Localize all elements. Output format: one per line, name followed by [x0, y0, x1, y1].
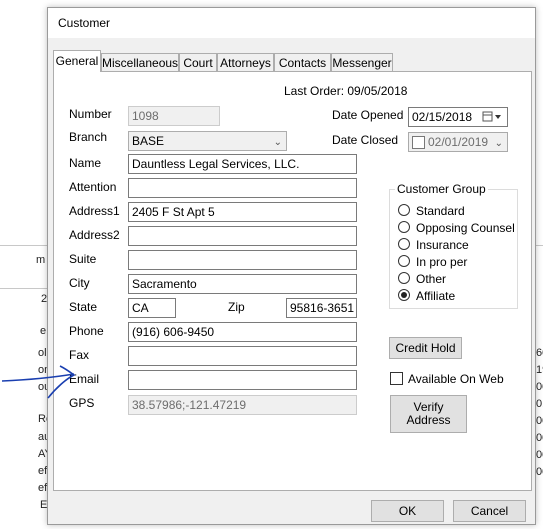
radio-other-label: Other [416, 272, 447, 286]
radio-opposing-counsel[interactable] [398, 221, 410, 233]
verify-address-button[interactable]: Verify Address [390, 395, 467, 433]
branch-value: BASE [132, 134, 165, 148]
bg-text: 00 [536, 381, 543, 393]
credit-hold-button[interactable]: Credit Hold [389, 337, 462, 359]
date-opened-label: Date Opened [332, 108, 404, 122]
attention-field[interactable] [128, 178, 357, 198]
tab-contacts[interactable]: Contacts [274, 53, 331, 71]
annotation-arrow-icon [1, 365, 76, 399]
ok-button[interactable]: OK [371, 500, 444, 522]
date-opened-value: 02/15/2018 [412, 110, 473, 124]
title-bar[interactable]: Customer [48, 8, 535, 38]
zip-field[interactable]: 95816-3651 [286, 298, 357, 318]
gps-field: 38.57986;-121.47219 [128, 395, 357, 415]
suite-field[interactable] [128, 250, 357, 270]
available-on-web-label: Available On Web [408, 372, 504, 386]
date-closed-label: Date Closed [332, 133, 399, 147]
branch-select[interactable]: BASE ⌄ [128, 131, 287, 151]
tab-messenger[interactable]: Messenger [331, 53, 393, 71]
address1-field[interactable]: 2405 F St Apt 5 [128, 202, 357, 222]
bg-text: 19 [536, 364, 543, 376]
address2-label: Address2 [69, 228, 120, 242]
dialog-title: Customer [58, 16, 111, 30]
tab-court[interactable]: Court [179, 53, 217, 71]
radio-standard[interactable] [398, 204, 410, 216]
bg-text: 00 [536, 415, 543, 427]
radio-opposing-counsel-label: Opposing Counsel [416, 221, 515, 235]
chevron-down-icon: ⌄ [273, 137, 282, 148]
date-closed-picker[interactable]: 02/01/2019 ⌄ [408, 132, 508, 152]
state-field[interactable]: CA [128, 298, 176, 318]
date-closed-value: 02/01/2019 [428, 135, 489, 149]
bg-text: m [36, 254, 46, 266]
bg-text: 00 [536, 466, 543, 478]
bg-text: 00 [536, 432, 543, 444]
date-closed-checkbox[interactable] [412, 136, 425, 149]
radio-in-pro-per[interactable] [398, 255, 410, 267]
tab-miscellaneous[interactable]: Miscellaneous [101, 53, 179, 71]
phone-label: Phone [69, 324, 104, 338]
tab-attorneys[interactable]: Attorneys [217, 53, 274, 71]
bg-text: ef [38, 482, 48, 494]
bg-text: 60 [536, 347, 543, 359]
radio-insurance-label: Insurance [416, 238, 469, 252]
zip-label: Zip [228, 300, 245, 314]
fax-field[interactable] [128, 346, 357, 366]
radio-standard-label: Standard [416, 204, 465, 218]
bg-text: 00 [536, 449, 543, 461]
branch-label: Branch [69, 130, 108, 144]
number-field: 1098 [128, 106, 220, 126]
state-label: State [69, 300, 98, 314]
suite-label: Suite [69, 252, 97, 266]
verify-address-line2: Address [406, 413, 451, 427]
address2-field[interactable] [128, 226, 357, 246]
city-field[interactable]: Sacramento [128, 274, 357, 294]
address1-label: Address1 [69, 204, 120, 218]
radio-in-pro-per-label: In pro per [416, 255, 468, 269]
customer-dialog: Customer General Miscellaneous Court Att… [47, 7, 536, 525]
calendar-dropdown-icon [482, 111, 501, 122]
radio-affiliate-label: Affiliate [416, 289, 456, 303]
cancel-button[interactable]: Cancel [453, 500, 526, 522]
customer-group-label: Customer Group [395, 182, 488, 196]
attention-label: Attention [69, 180, 117, 194]
radio-affiliate[interactable] [398, 289, 410, 301]
bg-divider [0, 245, 47, 246]
radio-insurance[interactable] [398, 238, 410, 250]
city-label: City [69, 276, 90, 290]
number-label: Number [69, 107, 112, 121]
phone-field[interactable]: (916) 606-9450 [128, 322, 357, 342]
name-label: Name [69, 156, 102, 170]
date-opened-picker[interactable]: 02/15/2018 [408, 107, 508, 127]
bg-divider [0, 288, 47, 289]
radio-other[interactable] [398, 272, 410, 284]
chevron-down-icon: ⌄ [494, 138, 503, 149]
available-on-web-checkbox[interactable] [390, 372, 403, 385]
tab-general[interactable]: General [53, 50, 101, 72]
name-field[interactable]: Dauntless Legal Services, LLC. [128, 154, 357, 174]
last-order-text: Last Order: 09/05/2018 [284, 84, 408, 98]
bg-text: ef [38, 465, 48, 477]
bg-divider [536, 245, 543, 246]
bg-text: e [40, 325, 47, 337]
bg-text: 01 [536, 398, 543, 410]
email-field[interactable] [128, 370, 357, 390]
